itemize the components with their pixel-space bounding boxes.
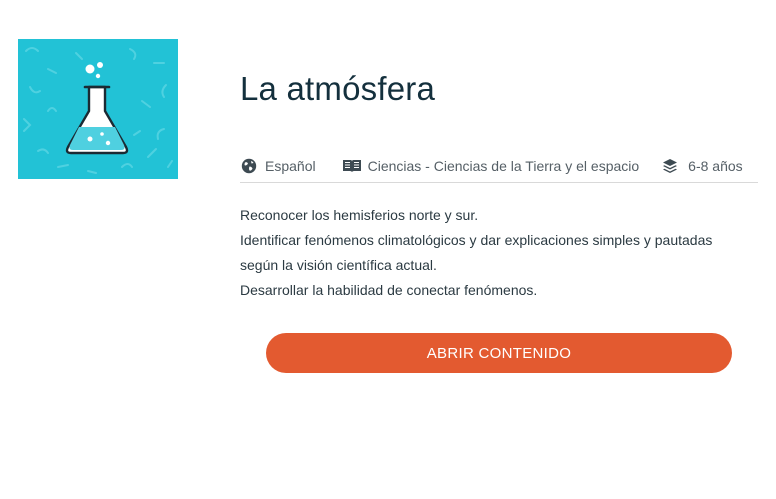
description-line: Reconocer los hemisferios norte y sur. <box>240 207 479 223</box>
description-line: según la visión científica actual. <box>240 257 437 273</box>
course-description: Reconocer los hemisferios norte y sur. I… <box>240 203 740 303</box>
course-thumbnail <box>18 39 178 179</box>
course-meta: Español Ciencias - Ciencias de la Tierra… <box>240 154 758 183</box>
description-line: Identificar fenómenos climatológicos y d… <box>240 232 713 248</box>
globe-icon <box>240 157 258 175</box>
book-icon <box>342 157 362 175</box>
meta-language: Español <box>240 154 316 178</box>
flask-icon <box>23 47 173 174</box>
meta-subject: Ciencias - Ciencias de la Tierra y el es… <box>342 154 640 178</box>
meta-language-label: Español <box>265 158 316 174</box>
meta-subject-label: Ciencias - Ciencias de la Tierra y el es… <box>367 158 640 174</box>
layers-icon <box>661 157 679 175</box>
meta-age: 6-8 años <box>661 154 743 178</box>
meta-age-label: 6-8 años <box>688 158 743 174</box>
open-content-button[interactable]: ABRIR CONTENIDO <box>266 333 732 373</box>
description-line: Desarrollar la habilidad de conectar fen… <box>240 282 538 298</box>
page-title: La atmósfera <box>240 70 436 107</box>
